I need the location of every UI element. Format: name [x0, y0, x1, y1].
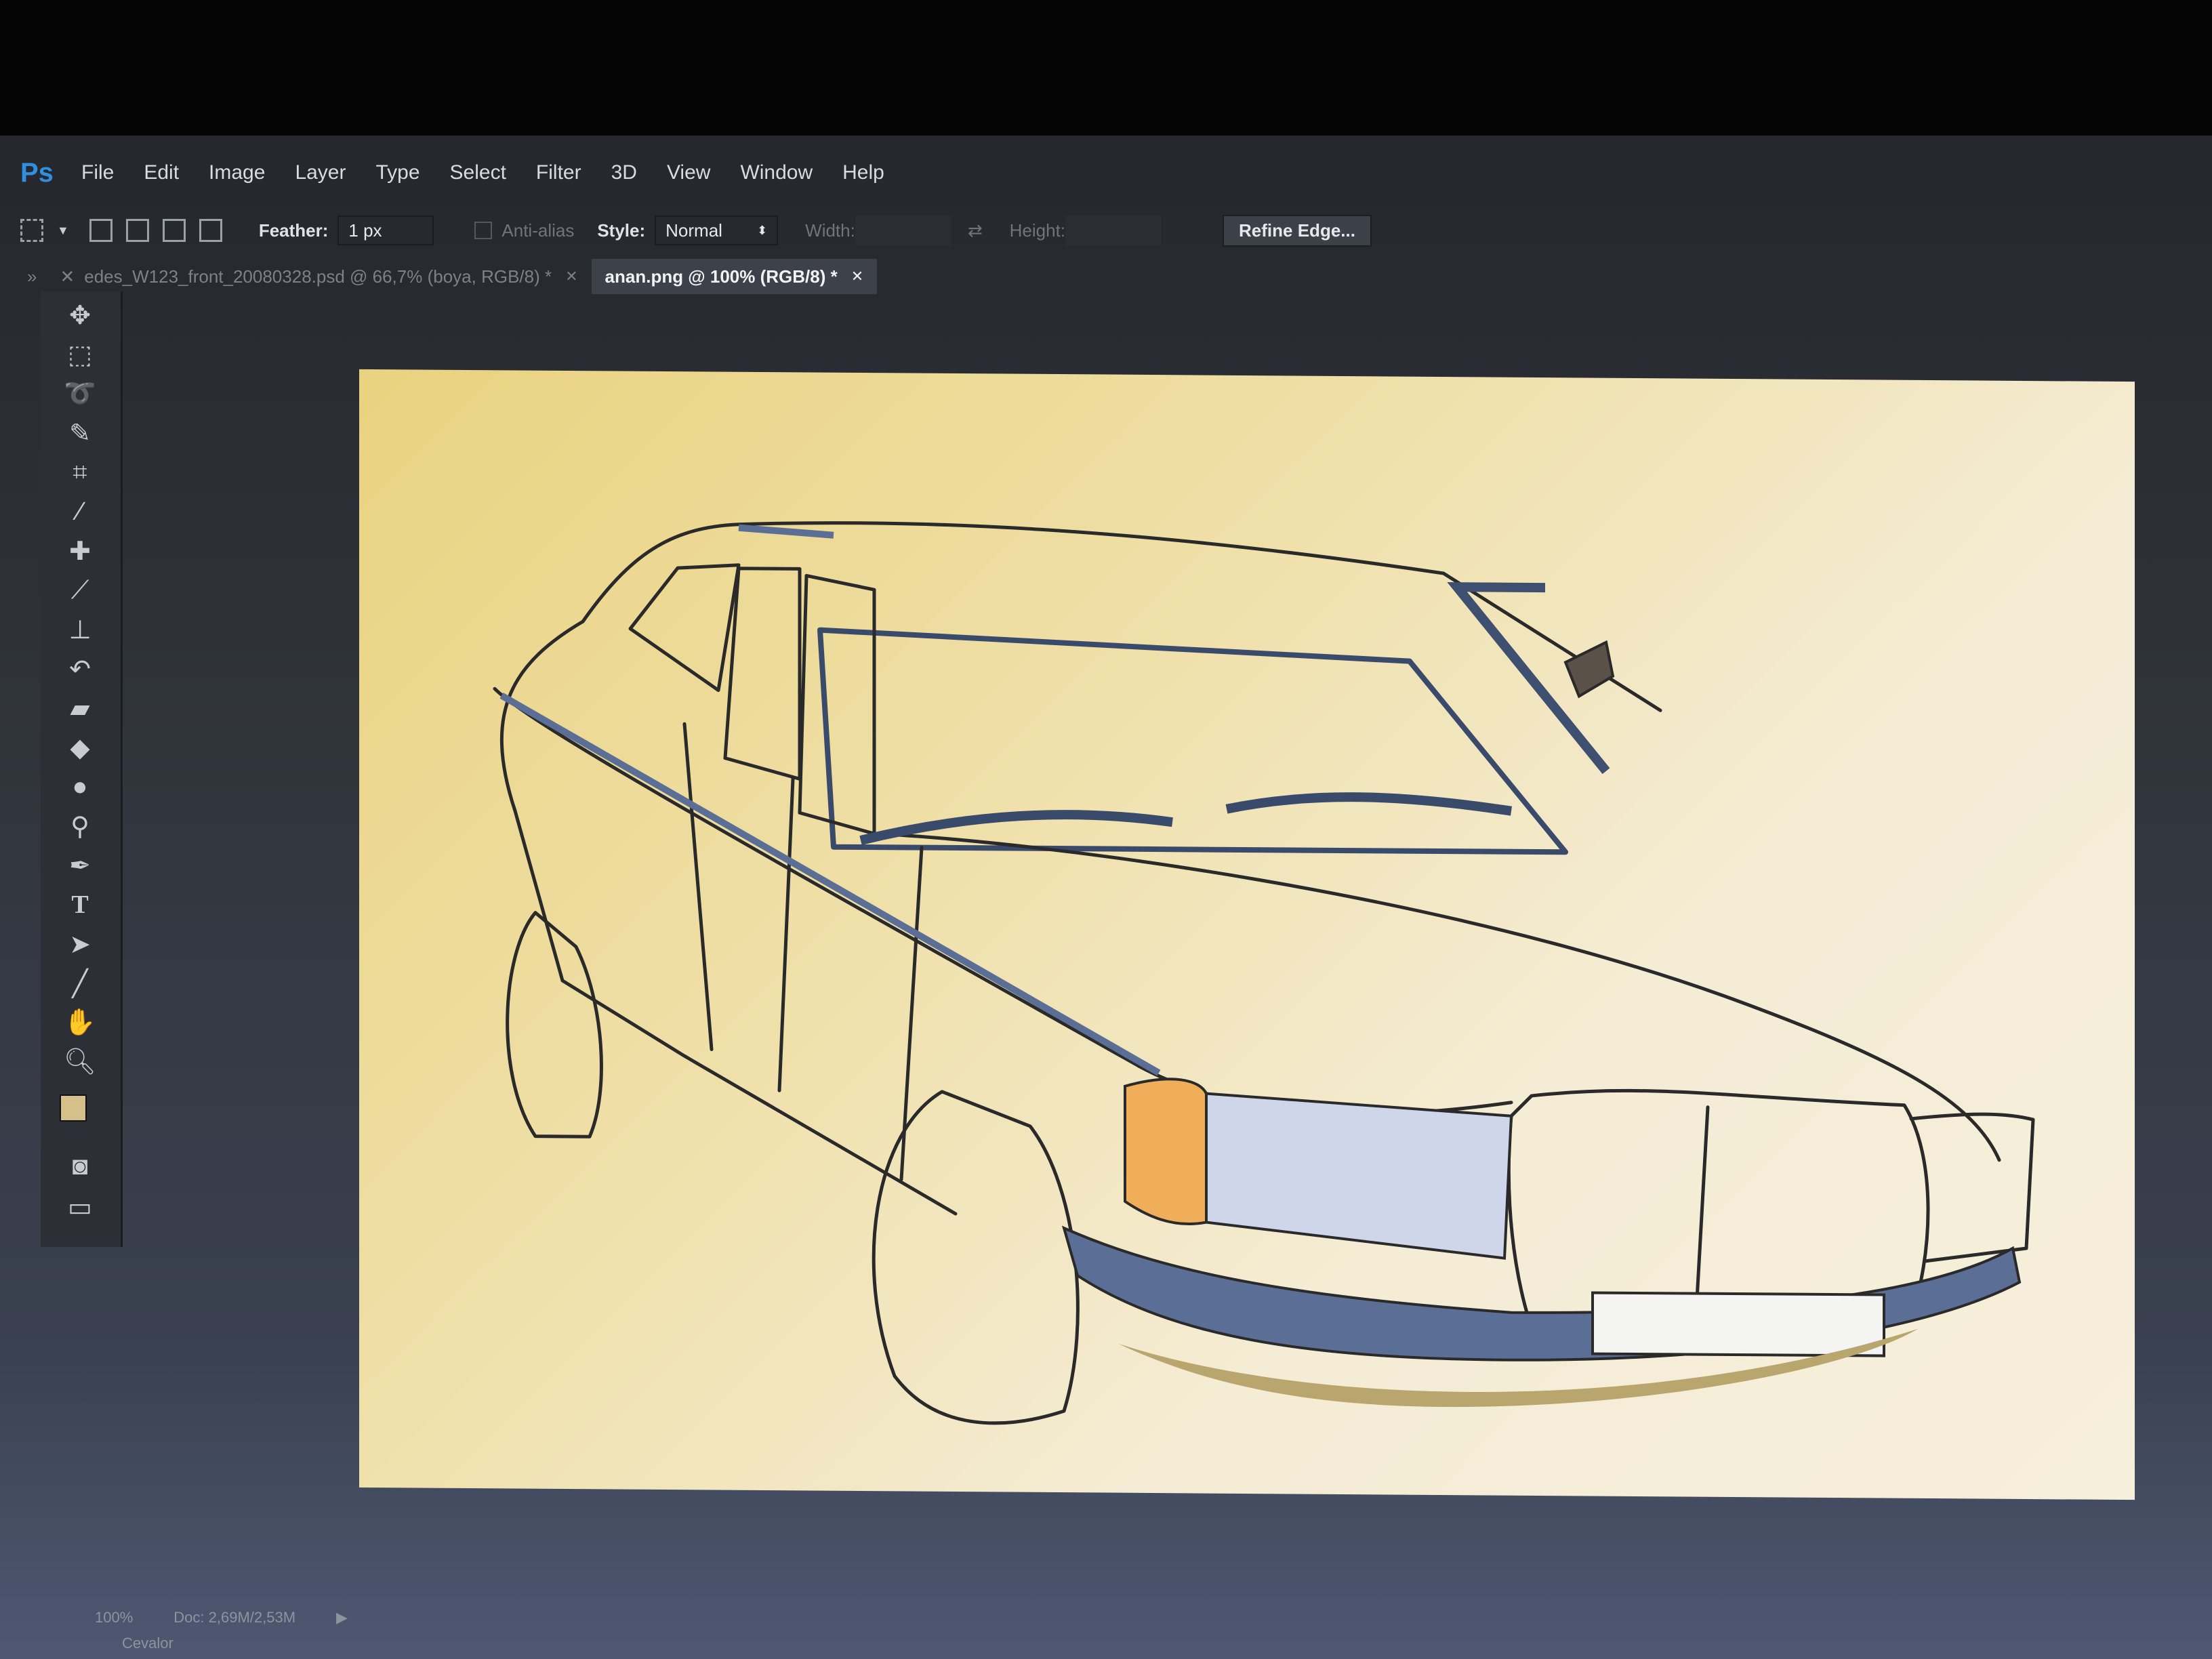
- status-bar: 100% Doc: 2,69M/2,53M ▶: [95, 1603, 705, 1633]
- line-icon[interactable]: ╱: [60, 966, 100, 1000]
- door-line-mid: [777, 777, 795, 1092]
- front-door-window: [798, 573, 876, 836]
- photoshop-logo-icon: Ps: [20, 157, 54, 188]
- crop-icon[interactable]: ⌗: [60, 455, 100, 489]
- antialias-checkbox[interactable]: [474, 222, 493, 239]
- quick-select-icon[interactable]: ✎: [60, 416, 100, 450]
- close-icon[interactable]: ✕: [565, 268, 577, 285]
- status-arrow-icon[interactable]: ▶: [336, 1609, 348, 1626]
- document-canvas[interactable]: [359, 369, 2135, 1500]
- history-brush-icon[interactable]: ↶: [60, 652, 100, 686]
- doc-size[interactable]: Doc: 2,69M/2,53M: [173, 1609, 295, 1626]
- roof-chrome: [738, 524, 834, 539]
- add-to-selection-icon[interactable]: [125, 219, 149, 242]
- eraser-icon[interactable]: ▰: [60, 691, 100, 725]
- document-tabs: » ✕ edes_W123_front_20080328.psd @ 66,7%…: [27, 258, 2212, 295]
- dodge-icon[interactable]: ⚲: [60, 809, 100, 843]
- style-label: Style:: [597, 220, 646, 241]
- headlight: [1205, 1092, 1513, 1260]
- screen-mode-icon[interactable]: ▭: [60, 1190, 100, 1224]
- side-mirror: [1563, 640, 1615, 699]
- menu-bar: Ps File Edit Image Layer Type Select Fil…: [20, 149, 2212, 197]
- tab-document-psd[interactable]: ✕ edes_W123_front_20080328.psd @ 66,7% (…: [46, 259, 591, 294]
- color-swatch-icon[interactable]: [60, 1091, 100, 1139]
- rear-door-window: [723, 567, 802, 781]
- close-icon[interactable]: ✕: [851, 268, 863, 285]
- door-line-rear: [682, 722, 714, 1051]
- subtract-selection-icon[interactable]: [162, 219, 186, 242]
- zoom-level[interactable]: 100%: [95, 1609, 133, 1626]
- tabs-overflow-icon[interactable]: »: [27, 266, 37, 287]
- menu-help[interactable]: Help: [842, 161, 899, 184]
- roof-outline: [581, 521, 1662, 712]
- rear-window: [628, 563, 741, 693]
- windshield: [817, 627, 1568, 855]
- stamp-icon[interactable]: ⊥: [60, 613, 100, 647]
- height-input[interactable]: [1065, 216, 1162, 245]
- style-select[interactable]: Normal ⬍: [655, 216, 779, 245]
- wiper-right: [1225, 792, 1512, 816]
- bucket-icon[interactable]: ◆: [60, 731, 100, 764]
- quick-mask-icon[interactable]: ◙: [60, 1149, 100, 1183]
- menu-window[interactable]: Window: [740, 161, 827, 184]
- menu-image[interactable]: Image: [209, 161, 280, 184]
- move-icon[interactable]: ✥: [60, 298, 100, 332]
- refine-edge-button[interactable]: Refine Edge...: [1223, 214, 1372, 247]
- right-headlight-housing: [1909, 1112, 2035, 1263]
- menu-select[interactable]: Select: [450, 161, 521, 184]
- path-select-icon[interactable]: ➤: [60, 927, 100, 961]
- chevron-down-icon[interactable]: ▼: [57, 224, 69, 238]
- marquee-icon[interactable]: ⬚: [60, 337, 100, 371]
- new-selection-icon[interactable]: [89, 219, 112, 242]
- status-subtext: Cevalor: [122, 1635, 173, 1652]
- pen-icon[interactable]: ✒: [60, 848, 100, 882]
- healing-icon[interactable]: ✚: [60, 534, 100, 568]
- antialias-label: Anti-alias: [501, 220, 575, 241]
- photoshop-window: Ps File Edit Image Layer Type Select Fil…: [0, 136, 2212, 1659]
- wiper-left: [859, 810, 1173, 845]
- hand-icon[interactable]: ✋: [60, 1006, 100, 1040]
- car-illustration: [493, 521, 2035, 1425]
- style-value: Normal: [665, 220, 722, 241]
- height-label: Height:: [1009, 220, 1066, 241]
- menu-layer[interactable]: Layer: [295, 161, 361, 184]
- menu-view[interactable]: View: [667, 161, 725, 184]
- tools-panel: ✥ ⬚ ➰ ✎ ⌗ ⁄ ✚ ⟋ ⊥ ↶ ▰ ◆ ● ⚲ ✒ T ➤ ╱ ✋ 🔍︎…: [41, 291, 123, 1247]
- tab-document-png[interactable]: anan.png @ 100% (RGB/8) * ✕: [591, 259, 878, 294]
- type-icon[interactable]: T: [60, 888, 100, 922]
- options-bar: ▼ Feather: 1 px Anti-alias Style: Normal…: [20, 203, 2212, 258]
- zoom-icon[interactable]: 🔍︎: [60, 1045, 100, 1079]
- menu-type[interactable]: Type: [375, 161, 434, 184]
- feather-label: Feather:: [258, 220, 329, 241]
- swap-icon[interactable]: ⇄: [968, 220, 983, 241]
- select-arrows-icon: ⬍: [757, 223, 768, 237]
- feather-input[interactable]: 1 px: [337, 216, 434, 245]
- brush-icon[interactable]: ⟋: [60, 573, 100, 607]
- turn-indicator: [1124, 1078, 1208, 1226]
- width-label: Width:: [805, 220, 855, 241]
- eyedropper-icon[interactable]: ⁄: [60, 495, 100, 529]
- menu-filter[interactable]: Filter: [536, 161, 596, 184]
- width-input[interactable]: [855, 216, 951, 245]
- license-plate: [1591, 1291, 1885, 1357]
- close-icon[interactable]: ✕: [60, 266, 75, 287]
- menu-3d[interactable]: 3D: [611, 161, 652, 184]
- rect-marquee-preset-icon[interactable]: [20, 219, 43, 242]
- menu-file[interactable]: File: [81, 161, 129, 184]
- tab-label: edes_W123_front_20080328.psd @ 66,7% (bo…: [84, 266, 552, 287]
- intersect-selection-icon[interactable]: [199, 219, 222, 242]
- lasso-icon[interactable]: ➰: [60, 377, 100, 411]
- menu-edit[interactable]: Edit: [144, 161, 194, 184]
- blur-icon[interactable]: ●: [60, 770, 100, 804]
- tab-label: anan.png @ 100% (RGB/8) *: [605, 266, 838, 287]
